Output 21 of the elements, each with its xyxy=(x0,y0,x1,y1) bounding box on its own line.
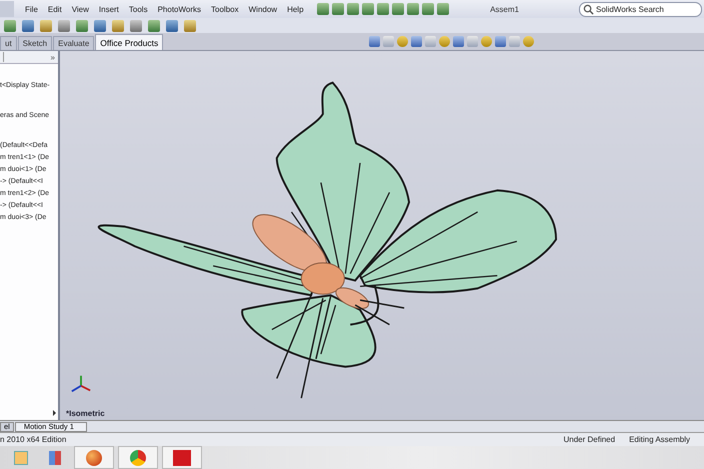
view-orientation-label: *Isometric xyxy=(66,409,105,418)
search-input[interactable]: SolidWorks Search xyxy=(594,4,698,14)
window-title: Assem1 xyxy=(490,4,519,14)
command-tab[interactable]: Evaluate xyxy=(53,36,94,50)
command-tab[interactable]: ut xyxy=(0,36,17,50)
menu-item[interactable]: PhotoWorks xyxy=(152,4,206,14)
status-text: Under Defined xyxy=(563,435,616,444)
menu-item[interactable]: View xyxy=(66,4,94,14)
menu-item[interactable]: Insert xyxy=(94,4,124,14)
command-tab[interactable]: Office Products xyxy=(95,34,164,50)
menu-item[interactable]: Edit xyxy=(42,4,67,14)
status-text: n 2010 x64 Edition xyxy=(0,435,66,444)
menu-item[interactable]: Window xyxy=(244,4,282,14)
status-text: Editing Assembly xyxy=(629,435,690,444)
menu-item[interactable]: Toolbox xyxy=(206,4,244,14)
collapse-button[interactable]: » xyxy=(48,52,58,62)
menu-item[interactable]: File xyxy=(20,4,43,14)
menu-item[interactable]: Tools xyxy=(124,4,153,14)
command-tab[interactable]: Sketch xyxy=(18,36,52,50)
search-field[interactable]: SolidWorks Search xyxy=(579,2,702,16)
menu-item[interactable]: Help xyxy=(282,4,309,14)
